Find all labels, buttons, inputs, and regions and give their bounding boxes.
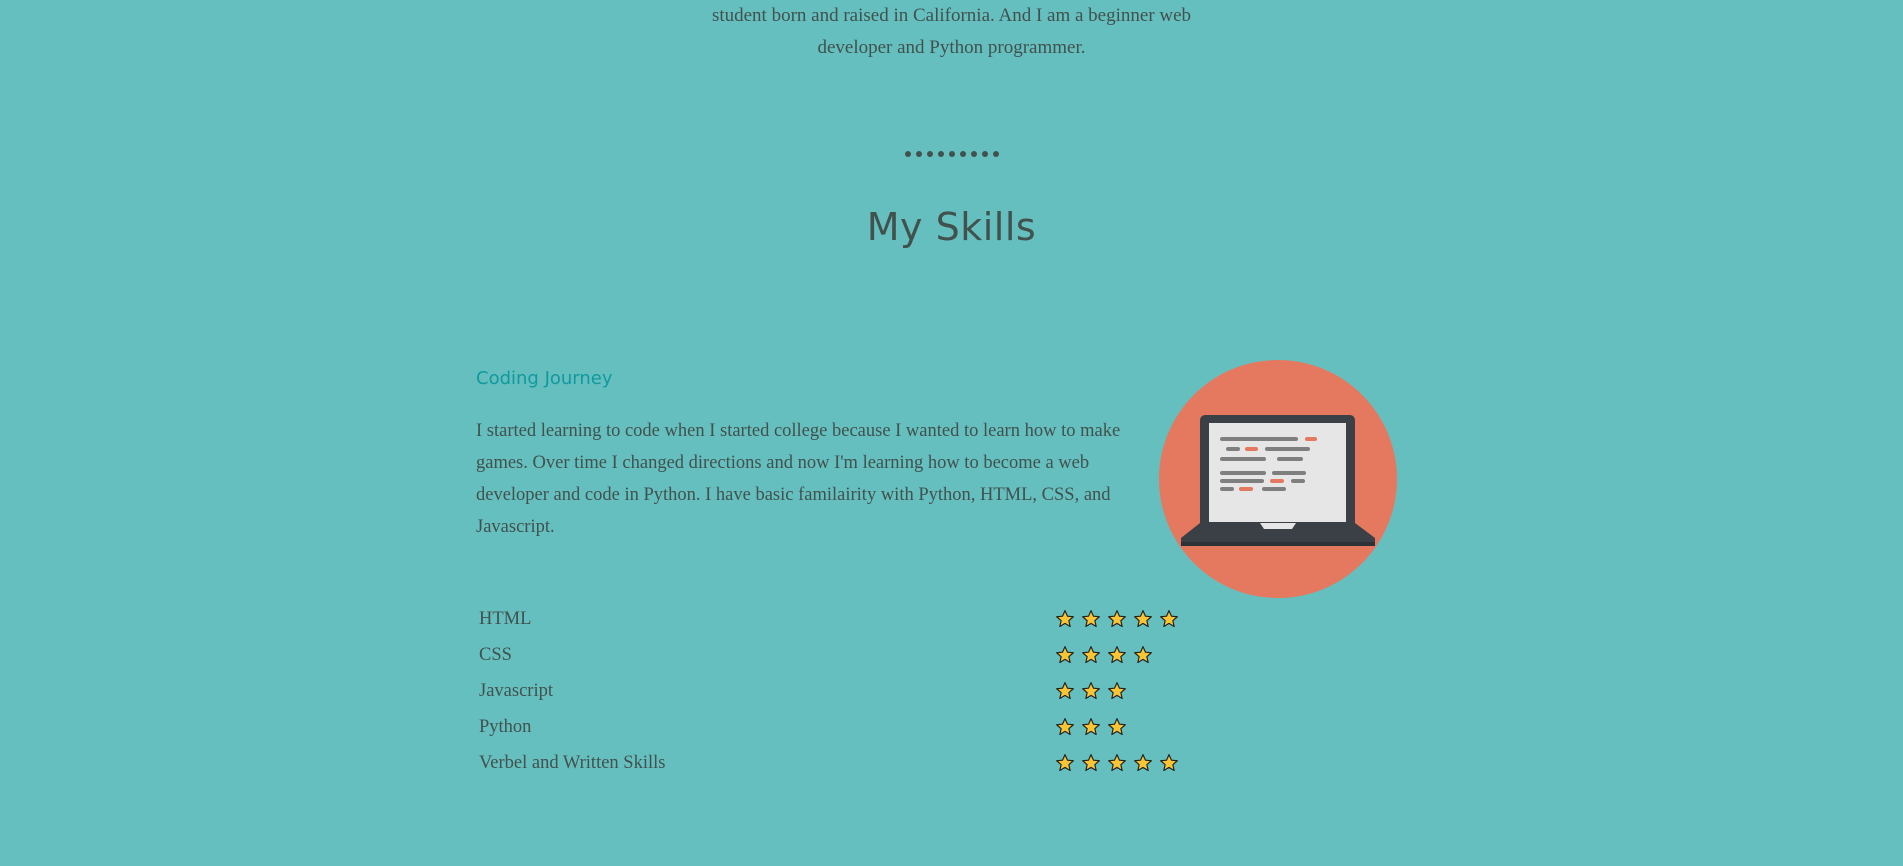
skill-rating bbox=[1052, 709, 1196, 745]
star-icon bbox=[1134, 610, 1152, 628]
section-title: My Skills bbox=[866, 205, 1037, 249]
star-icon bbox=[1056, 718, 1074, 736]
laptop-icon bbox=[1181, 415, 1375, 546]
skill-row: Verbel and Written Skills bbox=[476, 745, 1196, 781]
intro-line-1: student born and raised in California. A… bbox=[711, 5, 1192, 26]
star-icon bbox=[1056, 754, 1074, 772]
star-icon bbox=[1082, 610, 1100, 628]
coding-journey-text: I started learning to code when I starte… bbox=[476, 421, 1121, 537]
skill-name: HTML bbox=[479, 608, 532, 629]
skill-name: Javascript bbox=[479, 680, 553, 701]
star-icon bbox=[1108, 682, 1126, 700]
skill-rating bbox=[1052, 601, 1196, 637]
star-icon bbox=[1160, 610, 1178, 628]
skill-row: Javascript bbox=[476, 673, 1196, 709]
star-icon bbox=[1082, 682, 1100, 700]
intro-line-2: developer and Python programmer. bbox=[817, 37, 1086, 58]
star-icon bbox=[1108, 610, 1126, 628]
star-icon bbox=[1082, 754, 1100, 772]
skill-name: CSS bbox=[479, 644, 512, 665]
star-icon bbox=[1082, 646, 1100, 664]
star-icon bbox=[1082, 718, 1100, 736]
star-icon bbox=[1134, 754, 1152, 772]
skill-name: Verbel and Written Skills bbox=[479, 752, 666, 773]
skills-table: HTML CSS Javascript Python Verbel and Writte… bbox=[476, 601, 1196, 781]
star-icon bbox=[1056, 682, 1074, 700]
star-icon bbox=[1108, 754, 1126, 772]
star-icon bbox=[1108, 646, 1126, 664]
star-icon bbox=[1108, 718, 1126, 736]
skill-rating bbox=[1052, 637, 1196, 673]
star-icon bbox=[1160, 754, 1178, 772]
skill-name: Python bbox=[479, 716, 532, 737]
laptop-image bbox=[1159, 360, 1397, 598]
star-icon bbox=[1056, 610, 1074, 628]
coding-journey-heading: Coding Journey bbox=[476, 368, 613, 389]
section-divider-dots bbox=[0, 151, 1903, 157]
star-icon bbox=[1056, 646, 1074, 664]
skill-row: CSS bbox=[476, 637, 1196, 673]
skill-row: HTML bbox=[476, 601, 1196, 637]
star-icon bbox=[1134, 646, 1152, 664]
skill-row: Python bbox=[476, 709, 1196, 745]
skill-rating bbox=[1052, 673, 1196, 709]
skill-rating bbox=[1052, 745, 1196, 781]
intro-text: student born and raised in California. A… bbox=[0, 0, 1903, 64]
